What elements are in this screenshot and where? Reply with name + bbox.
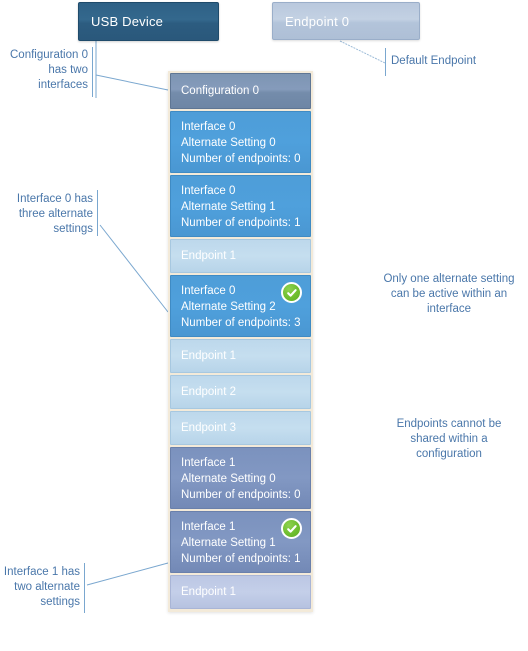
interface-1-alt-1-endpoint-1-label: Endpoint 1: [181, 586, 236, 598]
config-annotation-bracket: [92, 47, 93, 97]
interface-1-alt-0-row[interactable]: Interface 1 Alternate Setting 0 Number o…: [170, 447, 311, 509]
default-endpoint-annotation-bracket: [385, 48, 386, 76]
interface-1-alt-0-line-1: Interface 1: [181, 457, 236, 469]
interface-0-alt-1-line-3: Number of endpoints: 1: [181, 217, 301, 229]
interface-1-alt-1-line-2: Alternate Setting 1: [181, 537, 276, 549]
interface-0-alt-0-line-2: Alternate Setting 0: [181, 137, 276, 149]
usb-device-box[interactable]: USB Device: [78, 2, 219, 41]
interface-0-alt-2-endpoint-2-label: Endpoint 2: [181, 386, 236, 398]
interface-0-alt-2-row[interactable]: Interface 0 Alternate Setting 2 Number o…: [170, 275, 311, 337]
interface-1-alt-1-endpoint-1-row[interactable]: Endpoint 1: [170, 575, 311, 609]
endpoint-0-box[interactable]: Endpoint 0: [272, 2, 420, 40]
interface-1-two-alternate-settings-annotation: Interface 1 has two alternate settings: [3, 566, 80, 608]
interface-0-alt-2-line-2: Alternate Setting 2: [181, 301, 276, 313]
interface-1-alt-0-line-2: Alternate Setting 0: [181, 473, 276, 485]
endpoint-0-label: Endpoint 0: [285, 13, 350, 29]
interface-0-alt-1-endpoint-1-row[interactable]: Endpoint 1: [170, 239, 311, 273]
usb-device-label: USB Device: [91, 14, 164, 29]
interface-0-annotation-bracket: [97, 190, 98, 236]
diagram-canvas: USB Device Endpoint 0 Configuration 0 In…: [0, 0, 528, 651]
interface-0-alt-2-endpoint-1-label: Endpoint 1: [181, 350, 236, 362]
configuration-stack: Configuration 0 Interface 0 Alternate Se…: [168, 71, 313, 612]
interface-1-alt-1-line-3: Number of endpoints: 1: [181, 553, 301, 565]
interface-0-alt-1-endpoint-1-label: Endpoint 1: [181, 250, 236, 262]
configuration-0-label: Configuration 0: [181, 85, 259, 97]
interface-0-alt-2-endpoint-2-row[interactable]: Endpoint 2: [170, 375, 311, 409]
interface-0-alt-2-endpoint-1-row[interactable]: Endpoint 1: [170, 339, 311, 373]
default-endpoint-annotation: Default Endpoint: [391, 55, 477, 67]
config-0-has-two-interfaces-annotation: Configuration 0 has two interfaces: [10, 49, 88, 91]
interface-0-alt-1-line-1: Interface 0: [181, 185, 236, 197]
interface-1-alt-1-row[interactable]: Interface 1 Alternate Setting 1 Number o…: [170, 511, 311, 573]
active-check-icon: [281, 518, 302, 539]
interface-0-alt-1-line-2: Alternate Setting 1: [181, 201, 276, 213]
interface-0-alt-2-endpoint-3-label: Endpoint 3: [181, 422, 236, 434]
configuration-0-row[interactable]: Configuration 0: [170, 73, 311, 109]
interface-0-alt-1-row[interactable]: Interface 0 Alternate Setting 1 Number o…: [170, 175, 311, 237]
interface-0-alt-2-line-3: Number of endpoints: 3: [181, 317, 301, 329]
interface-1-alt-0-line-3: Number of endpoints: 0: [181, 489, 301, 501]
interface-0-alt-0-line-1: Interface 0: [181, 121, 236, 133]
interface-0-alt-2-endpoint-3-row[interactable]: Endpoint 3: [170, 411, 311, 445]
interface-1-annotation-bracket: [84, 563, 85, 613]
only-one-alternate-setting-active-annotation: Only one alternate setting can be active…: [383, 273, 515, 315]
interface-0-alt-0-row[interactable]: Interface 0 Alternate Setting 0 Number o…: [170, 111, 311, 173]
active-check-icon: [281, 282, 302, 303]
interface-0-three-alternate-settings-annotation: Interface 0 has three alternate settings: [16, 193, 93, 235]
interface-0-alt-0-line-3: Number of endpoints: 0: [181, 153, 301, 165]
endpoints-cannot-be-shared-annotation: Endpoints cannot be shared within a conf…: [396, 418, 502, 460]
